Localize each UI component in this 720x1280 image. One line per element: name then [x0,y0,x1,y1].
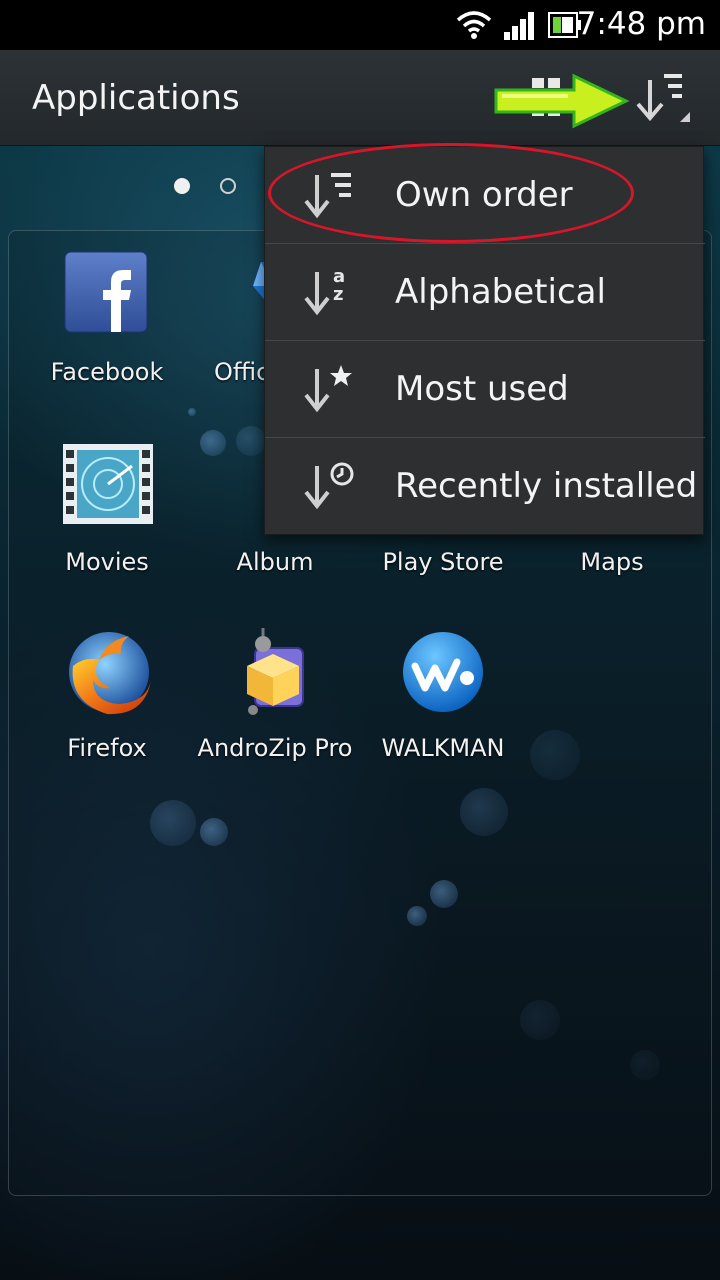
firefox-icon [59,626,155,722]
menu-item-recently-installed[interactable]: Recently installed [265,438,705,535]
menu-item-alphabetical[interactable]: a z Alphabetical [265,244,705,341]
app-firefox[interactable]: Firefox [22,626,192,762]
recently-installed-sort-icon [304,462,354,510]
page-title: Applications [32,78,240,118]
status-bar: 7:48 pm [0,0,720,50]
action-bar: Applications [0,50,720,146]
app-label: Maps [580,548,644,576]
signal-icon [504,12,534,40]
sort-icon[interactable] [632,70,694,126]
app-androzip-pro[interactable]: AndroZip Pro [190,626,360,762]
page-dot-active[interactable] [174,178,190,194]
app-facebook[interactable]: Facebook [22,250,192,386]
app-label: Facebook [50,358,164,386]
most-used-sort-icon [304,365,352,413]
app-label: WALKMAN [381,734,505,762]
walkman-icon [395,626,491,722]
app-label: Play Store [382,548,504,576]
facebook-icon [59,250,155,346]
menu-item-label: Alphabetical [395,272,606,312]
status-time: 7:48 pm [576,6,706,42]
app-label: Movies [65,548,149,576]
app-label: Album [236,548,314,576]
androzip-icon [227,626,323,722]
page-indicator [174,178,236,194]
menu-item-most-used[interactable]: Most used [265,341,705,438]
menu-item-label: Most used [395,369,569,409]
page-dot-inactive[interactable] [220,178,236,194]
svg-text:z: z [333,284,343,305]
app-walkman[interactable]: WALKMAN [358,626,528,762]
app-label: Firefox [67,734,147,762]
movies-icon [59,440,155,536]
green-arrow-annotation-icon [494,73,630,129]
app-movies[interactable]: Movies [22,440,192,576]
highlight-oval-annotation [268,143,634,243]
alphabetical-sort-icon: a z [304,266,345,316]
app-label: AndroZip Pro [197,734,353,762]
menu-item-label: Recently installed [395,466,698,506]
wifi-icon [456,11,492,39]
